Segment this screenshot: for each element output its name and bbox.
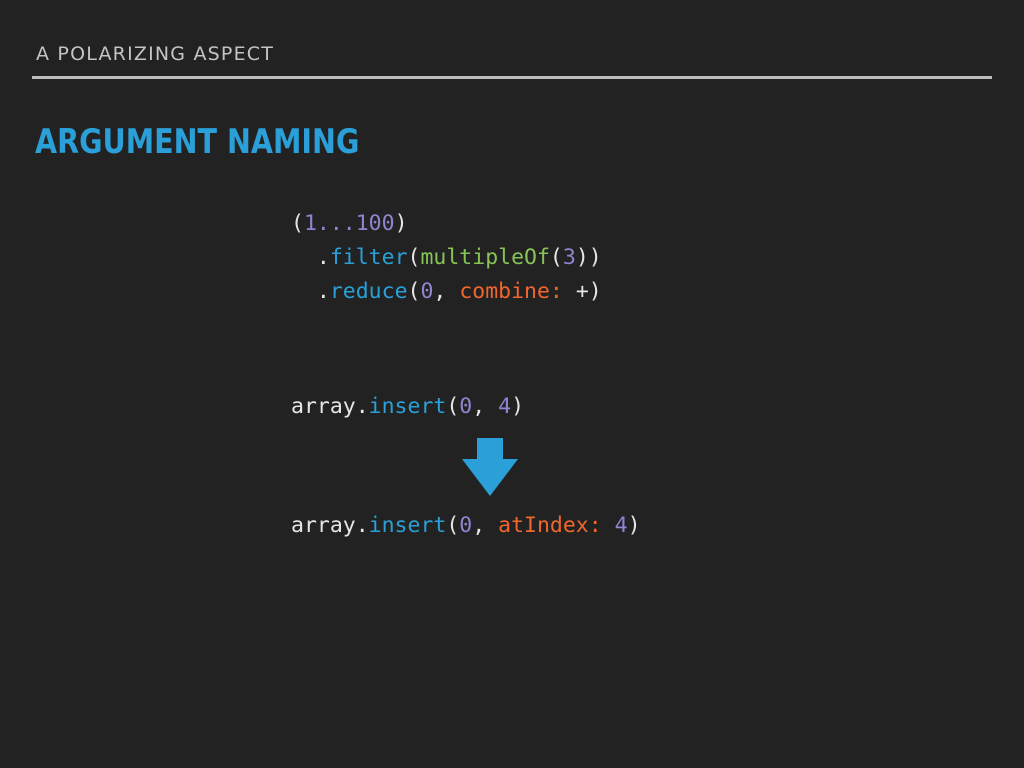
code-token-number: 4 (498, 394, 512, 419)
code-token-method: insert (368, 513, 447, 538)
arrow-down-icon (462, 438, 518, 496)
code-token: array. (291, 513, 369, 538)
code-token-number: 1...100 (303, 211, 395, 236)
code-token-method: reduce (329, 279, 408, 304)
code-token-argument-label: atIndex: (498, 513, 602, 538)
code-token: ( (446, 513, 460, 538)
code-token-number: 0 (420, 279, 434, 304)
code-token: +) (562, 279, 602, 304)
code-line-insert-before: array.insert(0, 4) (291, 390, 524, 424)
code-token: )) (575, 245, 602, 270)
code-token: ( (446, 394, 460, 419)
code-block-range-filter-reduce: (1...100) .filter(multipleOf(3)) .reduce… (291, 207, 602, 309)
code-token-number: 3 (562, 245, 576, 270)
code-token-number: 4 (614, 513, 628, 538)
code-token: ( (549, 245, 563, 270)
code-line: (1...100) (291, 211, 408, 236)
code-line: .filter(multipleOf(3)) (291, 245, 602, 270)
code-token-number: 0 (459, 394, 473, 419)
code-token: array. (291, 394, 369, 419)
code-token-method: filter (329, 245, 408, 270)
code-token: ) (511, 394, 525, 419)
code-token: , (472, 513, 499, 538)
code-token: ( (291, 211, 304, 236)
code-line-insert-after: array.insert(0, atIndex: 4) (291, 509, 641, 543)
code-token: , (433, 279, 460, 304)
code-token: ) (627, 513, 641, 538)
code-line: .reduce(0, combine: +) (291, 279, 602, 304)
code-token-number: 0 (459, 513, 473, 538)
code-token-method: insert (368, 394, 447, 419)
slide-kicker: A POLARIZING ASPECT (36, 43, 275, 65)
code-token: ( (407, 245, 421, 270)
code-token-argument-label: combine: (459, 279, 563, 304)
code-token-function: multipleOf (420, 245, 550, 270)
code-token: ( (407, 279, 421, 304)
code-token: . (291, 279, 330, 304)
code-token: ) (394, 211, 408, 236)
slide: A POLARIZING ASPECT ARGUMENT NAMING (1..… (0, 0, 1024, 768)
slide-title: ARGUMENT NAMING (35, 122, 360, 162)
code-token: . (291, 245, 330, 270)
header-divider (32, 76, 992, 79)
code-token: , (472, 394, 499, 419)
